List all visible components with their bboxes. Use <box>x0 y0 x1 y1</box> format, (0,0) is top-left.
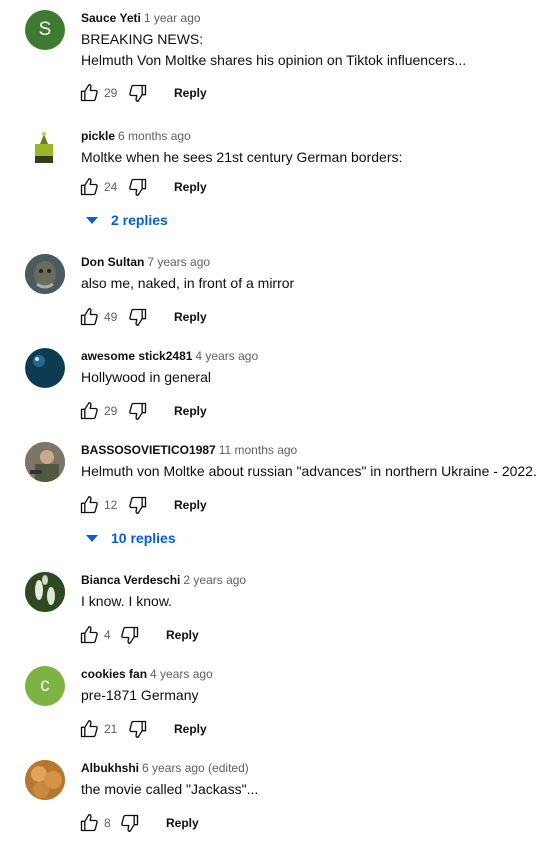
comment: Bianca Verdeschi 2 years ago I know. I kn… <box>0 566 558 660</box>
like-count: 29 <box>104 86 118 100</box>
view-replies-button[interactable]: 10 replies <box>86 526 176 550</box>
reply-button[interactable]: Reply <box>174 404 207 418</box>
avatar[interactable] <box>25 254 65 294</box>
comment-text: BREAKING NEWS: Helmuth Von Moltke shares… <box>81 31 467 68</box>
timestamp[interactable]: 7 years ago <box>147 255 210 269</box>
like-icon[interactable] <box>79 83 99 103</box>
reply-button[interactable]: Reply <box>174 86 207 100</box>
like-count: 49 <box>104 310 118 324</box>
like-count: 8 <box>104 816 111 830</box>
reply-button[interactable]: Reply <box>174 498 207 512</box>
like-count: 21 <box>104 722 118 736</box>
reply-button[interactable]: Reply <box>166 816 199 830</box>
avatar[interactable] <box>25 572 65 612</box>
comment: awesome stick2481 4 years ago Hollywood i… <box>0 342 558 436</box>
reply-button[interactable]: Reply <box>174 722 207 736</box>
dislike-icon[interactable] <box>128 401 148 421</box>
comment-text: also me, naked, in front of a mirror <box>81 275 295 291</box>
like-icon[interactable] <box>79 401 99 421</box>
timestamp[interactable]: 6 months ago <box>118 129 191 143</box>
avatar[interactable]: c <box>25 666 65 706</box>
dislike-icon[interactable] <box>128 83 148 103</box>
comment-text: Moltke when he sees 21st century German … <box>81 149 403 165</box>
author-name[interactable]: Bianca Verdeschi <box>81 573 180 587</box>
comment-text: Helmuth von Moltke about russian "advanc… <box>81 463 537 479</box>
timestamp[interactable]: 4 years ago <box>150 667 213 681</box>
like-count: 4 <box>104 628 111 642</box>
avatar[interactable] <box>25 760 65 800</box>
like-icon[interactable] <box>79 307 99 327</box>
chevron-down-icon <box>86 216 98 224</box>
dislike-icon[interactable] <box>128 177 148 197</box>
author-name[interactable]: pickle <box>81 129 115 143</box>
timestamp[interactable]: 2 years ago <box>183 573 246 587</box>
timestamp[interactable]: 4 years ago <box>195 349 258 363</box>
comment: c cookies fan 4 years ago pre-1871 German… <box>0 660 558 754</box>
comment-text: pre-1871 Germany <box>81 687 199 703</box>
avatar[interactable] <box>25 348 65 388</box>
comment: Albukhshi 6 years ago (edited) the movie … <box>0 754 558 848</box>
like-icon[interactable] <box>79 625 99 645</box>
comment-text: the movie called "Jackass"... <box>81 781 259 797</box>
like-icon[interactable] <box>79 177 99 197</box>
author-name[interactable]: awesome stick2481 <box>81 349 192 363</box>
author-name[interactable]: BASSOSOVIETICO1987 <box>81 443 216 457</box>
author-name[interactable]: Sauce Yeti <box>81 11 141 25</box>
comment-text: I know. I know. <box>81 593 173 609</box>
dislike-icon[interactable] <box>128 495 148 515</box>
avatar[interactable]: S <box>25 10 65 50</box>
reply-button[interactable]: Reply <box>174 310 207 324</box>
timestamp[interactable]: 1 year ago <box>144 11 201 25</box>
dislike-icon[interactable] <box>128 307 148 327</box>
dislike-icon[interactable] <box>128 719 148 739</box>
comment: S Sauce Yeti 1 year ago BREAKING NEWS: He… <box>0 0 558 112</box>
author-name[interactable]: Albukhshi <box>81 761 139 775</box>
avatar[interactable] <box>25 442 65 482</box>
comment: BASSOSOVIETICO1987 11 months ago Helmuth … <box>0 436 558 566</box>
comment: pickle 6 months ago Moltke when he sees 2… <box>0 118 558 246</box>
like-icon[interactable] <box>79 813 99 833</box>
reply-button[interactable]: Reply <box>174 180 207 194</box>
comment: Don Sultan 7 years ago also me, naked, in… <box>0 248 558 342</box>
like-icon[interactable] <box>79 495 99 515</box>
avatar[interactable] <box>25 128 65 168</box>
like-count: 29 <box>104 404 118 418</box>
like-count: 12 <box>104 498 118 512</box>
comment-text: Hollywood in general <box>81 369 211 385</box>
view-replies-button[interactable]: 2 replies <box>86 208 168 232</box>
reply-button[interactable]: Reply <box>166 628 199 642</box>
chevron-down-icon <box>86 534 98 542</box>
timestamp[interactable]: 6 years ago (edited) <box>142 761 249 775</box>
dislike-icon[interactable] <box>120 625 140 645</box>
author-name[interactable]: Don Sultan <box>81 255 144 269</box>
author-name[interactable]: cookies fan <box>81 667 147 681</box>
dislike-icon[interactable] <box>120 813 140 833</box>
like-count: 24 <box>104 180 118 194</box>
like-icon[interactable] <box>79 719 99 739</box>
timestamp[interactable]: 11 months ago <box>219 443 298 457</box>
